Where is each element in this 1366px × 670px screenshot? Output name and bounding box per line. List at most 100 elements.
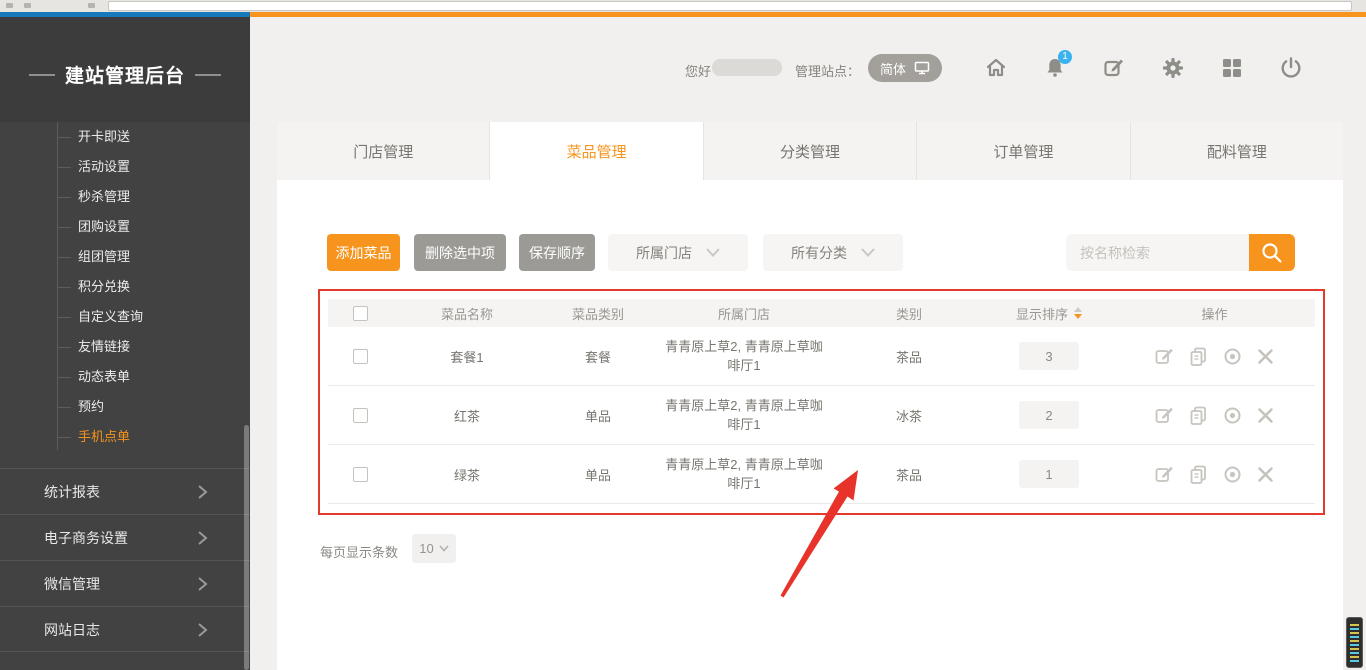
- sort-desc-icon[interactable]: [1074, 314, 1082, 319]
- sidebar-section-wangzhanrizhi[interactable]: 网站日志: [0, 606, 250, 652]
- sidebar-item-huodongshezhi[interactable]: 活动设置: [0, 152, 250, 182]
- tab-ingredient-management[interactable]: 配料管理: [1131, 122, 1343, 180]
- column-header-sort: 显示排序: [1016, 304, 1068, 323]
- row-checkbox[interactable]: [353, 467, 368, 482]
- edit-icon[interactable]: [1154, 464, 1175, 485]
- page-size-dropdown[interactable]: 10: [412, 534, 456, 563]
- sidebar-sections: 统计报表 电子商务设置 微信管理 网站日志: [0, 468, 250, 652]
- language-label: 简体: [880, 59, 906, 78]
- table-row: 套餐1 套餐 青青原上草2, 青青原上草咖啡厅1 茶品 3: [328, 327, 1315, 386]
- delete-icon[interactable]: [1256, 347, 1275, 366]
- title-dash-right: [195, 74, 221, 76]
- site-label: 管理站点：: [795, 61, 860, 80]
- chevron-right-icon: [194, 622, 210, 638]
- app-title: 建站管理后台: [0, 61, 250, 88]
- power-icon[interactable]: [1278, 55, 1304, 81]
- bell-icon[interactable]: 1: [1042, 55, 1068, 81]
- view-icon[interactable]: [1222, 405, 1243, 426]
- notification-badge: 1: [1058, 50, 1072, 64]
- cell-store: 青青原上草2, 青青原上草咖啡厅1: [654, 396, 834, 435]
- sidebar-section-weixinguanli[interactable]: 微信管理: [0, 560, 250, 606]
- sort-asc-icon[interactable]: [1074, 307, 1082, 312]
- tab-category-management[interactable]: 分类管理: [704, 122, 917, 180]
- cell-sort-order[interactable]: 2: [1019, 401, 1079, 429]
- sidebar: 建站管理后台 开卡即送 活动设置 秒杀管理 团购设置 组团管理 积分兑换 自定义…: [0, 17, 250, 670]
- delete-selected-button[interactable]: 删除选中项: [414, 234, 506, 271]
- cell-store: 青青原上草2, 青青原上草咖啡厅1: [654, 337, 834, 376]
- browser-back-icon[interactable]: [6, 3, 13, 8]
- screen-tool-widget[interactable]: [1346, 617, 1363, 668]
- gear-icon[interactable]: [1160, 55, 1186, 81]
- edit-icon[interactable]: [1154, 405, 1175, 426]
- sidebar-item-shoujidiandan[interactable]: 手机点单: [0, 422, 250, 452]
- search-icon: [1259, 240, 1285, 266]
- tab-bar: 门店管理 菜品管理 分类管理 订单管理 配料管理: [277, 122, 1343, 180]
- table-header-row: 菜品名称 菜品类别 所属门店 类别 显示排序 操作: [328, 299, 1315, 327]
- tab-dish-management[interactable]: 菜品管理: [490, 122, 703, 180]
- column-header-dish-name: 菜品名称: [392, 304, 542, 323]
- grid-icon[interactable]: [1219, 55, 1245, 81]
- delete-icon[interactable]: [1256, 406, 1275, 425]
- cell-sort-order[interactable]: 3: [1019, 342, 1079, 370]
- tab-store-management[interactable]: 门店管理: [277, 122, 490, 180]
- cell-store: 青青原上草2, 青青原上草咖啡厅1: [654, 455, 834, 494]
- section-label: 统计报表: [44, 484, 100, 500]
- sidebar-header: 建站管理后台: [0, 17, 250, 122]
- category-filter-dropdown[interactable]: 所有分类: [763, 234, 903, 271]
- sidebar-item-jifenduihuan[interactable]: 积分兑换: [0, 272, 250, 302]
- column-header-operations: 操作: [1114, 304, 1315, 323]
- view-icon[interactable]: [1222, 346, 1243, 367]
- view-icon[interactable]: [1222, 464, 1243, 485]
- redacted-username: [712, 59, 782, 76]
- chevron-down-icon: [861, 248, 875, 257]
- store-filter-label: 所属门店: [636, 243, 692, 263]
- language-pill[interactable]: 简体: [868, 54, 942, 82]
- compose-icon[interactable]: [1101, 55, 1127, 81]
- annotation-red-frame: 菜品名称 菜品类别 所属门店 类别 显示排序 操作 套餐1 套餐 青青原上草2,…: [318, 289, 1325, 515]
- sidebar-item-miaoshaguanli[interactable]: 秒杀管理: [0, 182, 250, 212]
- row-checkbox[interactable]: [353, 349, 368, 364]
- browser-bar: [0, 0, 1366, 12]
- sidebar-scrollbar[interactable]: [244, 425, 249, 670]
- search-input[interactable]: [1066, 234, 1249, 271]
- section-label: 网站日志: [44, 622, 100, 638]
- store-filter-dropdown[interactable]: 所属门店: [608, 234, 748, 271]
- chevron-right-icon: [194, 484, 210, 500]
- cell-dish-name: 套餐1: [392, 347, 542, 366]
- home-icon[interactable]: [983, 55, 1009, 81]
- sidebar-section-dianzishangwu[interactable]: 电子商务设置: [0, 514, 250, 560]
- column-header-store: 所属门店: [654, 304, 834, 323]
- save-order-button[interactable]: 保存顺序: [519, 234, 595, 271]
- search-button[interactable]: [1249, 234, 1295, 271]
- cell-sort-order[interactable]: 1: [1019, 460, 1079, 488]
- cell-category: 冰茶: [834, 406, 984, 425]
- sidebar-section-tongjibaobiao[interactable]: 统计报表: [0, 468, 250, 514]
- sidebar-menu: 开卡即送 活动设置 秒杀管理 团购设置 组团管理 积分兑换 自定义查询 友情链接…: [0, 122, 250, 468]
- browser-address-bar[interactable]: [108, 1, 1352, 11]
- sidebar-item-youqinglianjie[interactable]: 友情链接: [0, 332, 250, 362]
- row-checkbox[interactable]: [353, 408, 368, 423]
- page-size-label: 每页显示条数: [320, 542, 398, 561]
- select-all-checkbox[interactable]: [353, 306, 368, 321]
- delete-icon[interactable]: [1256, 465, 1275, 484]
- chevron-down-icon: [439, 545, 449, 552]
- sidebar-item-tuangoushezhi[interactable]: 团购设置: [0, 212, 250, 242]
- sidebar-item-dongtaibiaodan[interactable]: 动态表单: [0, 362, 250, 392]
- browser-refresh-icon[interactable]: [88, 3, 95, 8]
- sidebar-item-zidingyichaxun[interactable]: 自定义查询: [0, 302, 250, 332]
- browser-forward-icon[interactable]: [24, 3, 31, 8]
- cell-category: 茶品: [834, 465, 984, 484]
- sidebar-item-zutuanguanli[interactable]: 组团管理: [0, 242, 250, 272]
- chevron-right-icon: [194, 530, 210, 546]
- sidebar-item-yuyue[interactable]: 预约: [0, 392, 250, 422]
- sidebar-item-kaikajisong[interactable]: 开卡即送: [0, 122, 250, 152]
- add-dish-button[interactable]: 添加菜品: [327, 234, 400, 271]
- copy-icon[interactable]: [1188, 464, 1209, 485]
- edit-icon[interactable]: [1154, 346, 1175, 367]
- widget-stripes: [1350, 624, 1359, 663]
- cell-dish-type: 单品: [542, 465, 654, 484]
- copy-icon[interactable]: [1188, 346, 1209, 367]
- copy-icon[interactable]: [1188, 405, 1209, 426]
- cell-dish-type: 套餐: [542, 347, 654, 366]
- tab-order-management[interactable]: 订单管理: [917, 122, 1130, 180]
